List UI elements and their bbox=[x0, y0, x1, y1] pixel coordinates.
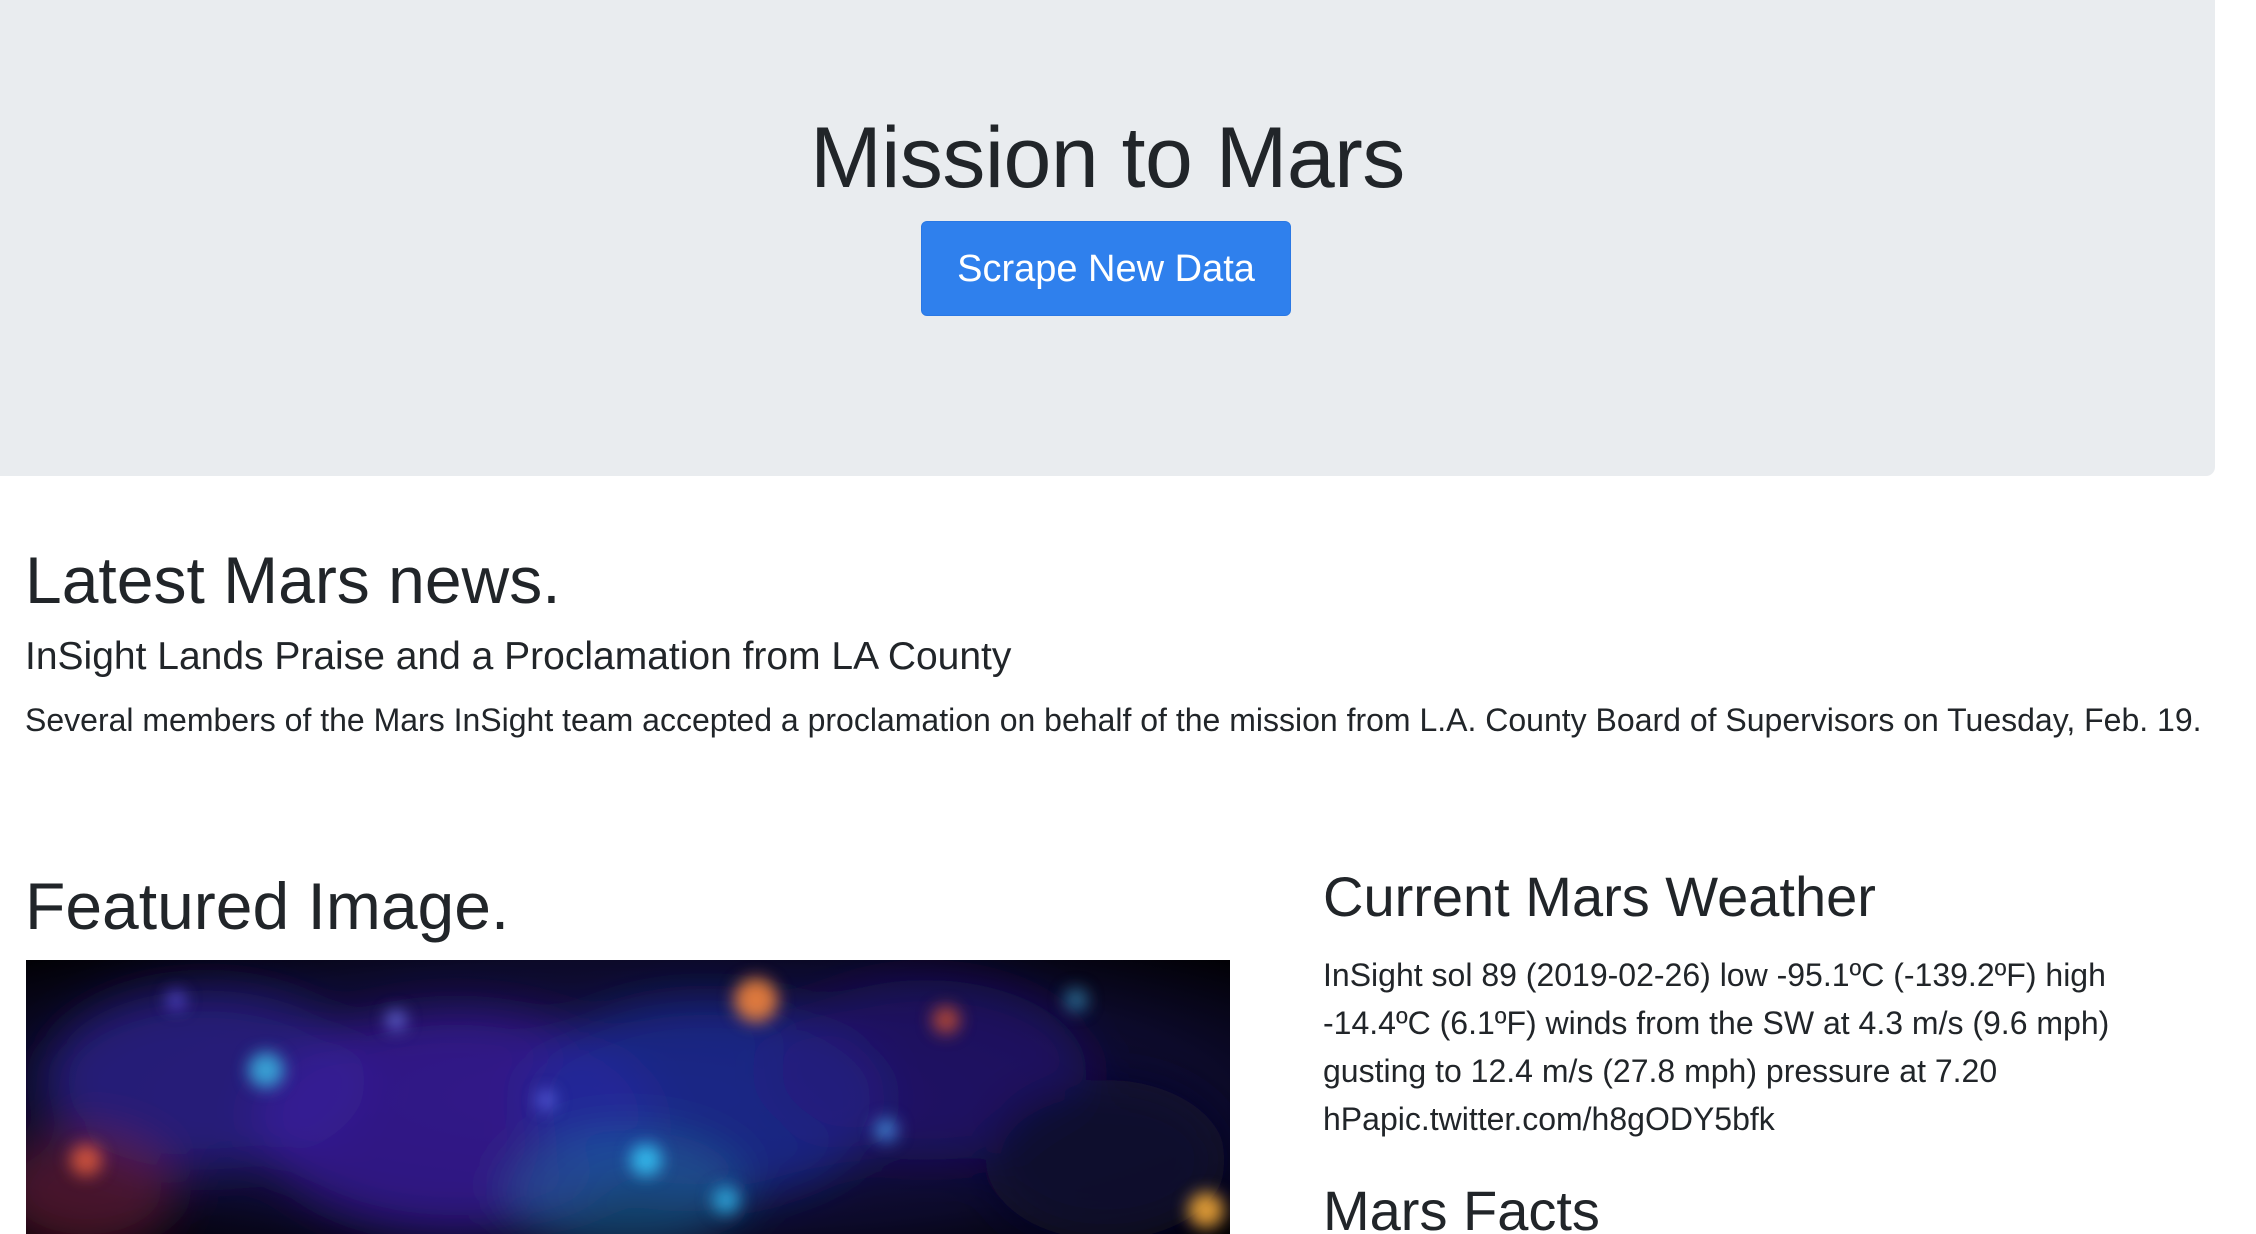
news-paragraph: Several members of the Mars InSight team… bbox=[25, 702, 2202, 738]
featured-image bbox=[26, 960, 1230, 1234]
page: Mission to Mars Scrape New Data Latest M… bbox=[0, 0, 2256, 1234]
scrape-new-data-button[interactable]: Scrape New Data bbox=[921, 221, 1291, 316]
news-title: InSight Lands Praise and a Proclamation … bbox=[25, 635, 1012, 678]
mars-facts-heading: Mars Facts bbox=[1323, 1179, 1600, 1234]
featured-image-heading: Featured Image. bbox=[25, 869, 510, 943]
news-section-heading: Latest Mars news. bbox=[25, 543, 561, 617]
jumbotron-header: Mission to Mars Scrape New Data bbox=[0, 0, 2215, 476]
weather-heading: Current Mars Weather bbox=[1323, 865, 1876, 928]
weather-text: InSight sol 89 (2019-02-26) low -95.1ºC … bbox=[1323, 957, 2110, 1137]
page-title: Mission to Mars bbox=[810, 110, 1405, 206]
featured-image-graphic bbox=[26, 960, 1230, 1234]
